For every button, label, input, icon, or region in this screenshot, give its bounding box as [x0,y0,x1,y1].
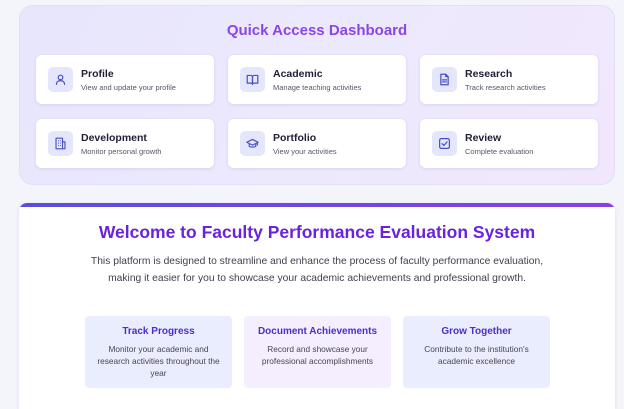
card-title: Portfolio [273,132,317,144]
feature-description: Record and showcase your professional ac… [261,344,374,366]
quick-access-panel: Quick Access Dashboard Profile View and … [19,5,615,185]
card-title: Research [465,68,513,80]
card-title: Review [465,132,502,144]
user-icon [48,67,73,92]
welcome-description: This platform is designed to streamline … [90,256,544,284]
welcome-section: Welcome to Faculty Performance Evaluatio… [19,203,615,409]
feature-title: Track Progress [122,326,195,337]
card-title: Profile [81,68,114,80]
feature-title: Document Achievements [257,326,378,337]
book-icon [240,67,265,92]
card-subtitle: View your activities [273,147,337,156]
research-card[interactable]: Research Track research activities [420,55,598,104]
review-card[interactable]: Review Complete evaluation [420,119,598,168]
portfolio-card[interactable]: Portfolio View your activities [228,119,406,168]
accent-bar [19,203,615,207]
card-subtitle: Complete evaluation [465,147,534,156]
feature-document-achievements: Document Achievements Record and showcas… [244,316,391,388]
card-subtitle: View and update your profile [81,83,176,92]
card-title: Academic [273,68,323,80]
development-card[interactable]: Development Monitor personal growth [36,119,214,168]
building-icon [48,131,73,156]
checkbox-icon [432,131,457,156]
card-subtitle: Track research activities [465,83,546,92]
graduation-cap-icon [240,131,265,156]
feature-grow-together: Grow Together Contribute to the institut… [403,316,550,388]
feature-track-progress: Track Progress Monitor your academic and… [85,316,232,388]
card-title: Development [81,132,147,144]
academic-card[interactable]: Academic Manage teaching activities [228,55,406,104]
profile-card[interactable]: Profile View and update your profile [36,55,214,104]
card-subtitle: Monitor personal growth [81,147,162,156]
document-icon [432,67,457,92]
feature-title: Grow Together [441,326,512,337]
feature-description: Monitor your academic and research activ… [97,344,220,378]
welcome-title: Welcome to Faculty Performance Evaluatio… [98,222,536,242]
quick-access-title: Quick Access Dashboard [226,22,408,39]
feature-description: Contribute to the institution's academic… [424,344,529,366]
card-subtitle: Manage teaching activities [273,83,362,92]
